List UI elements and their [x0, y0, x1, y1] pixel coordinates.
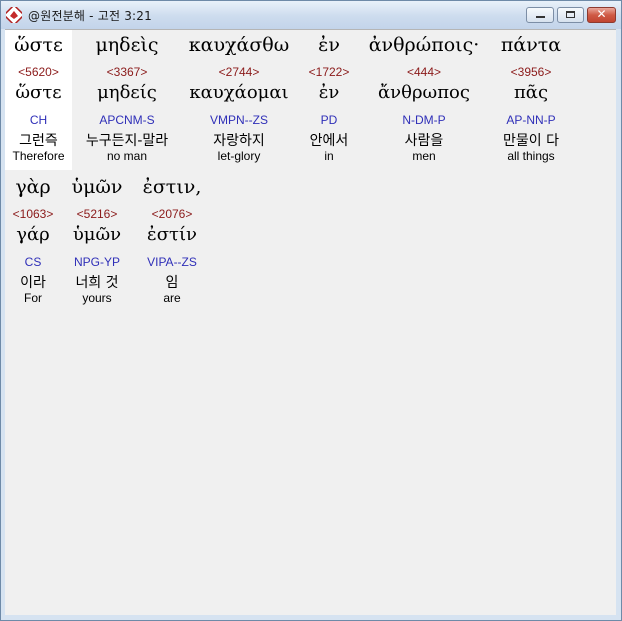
strong-number: <3956>	[510, 65, 552, 79]
greek-word: πάντα	[500, 34, 562, 56]
parsing-code: AP-NN-P	[506, 113, 556, 127]
strong-number: <5620>	[18, 65, 59, 79]
strong-number: <444>	[406, 65, 442, 79]
interlinear-panel[interactable]: ὥστε <5620> ὥστε CH 그런즉 Therefore μηδεὶς…	[5, 29, 616, 615]
english-gloss: Therefore	[12, 149, 65, 163]
greek-word: μηδεὶς	[95, 34, 159, 56]
korean-gloss: 자랑하지	[213, 133, 265, 149]
lemma: πᾶς	[513, 82, 549, 103]
maximize-button[interactable]	[557, 7, 584, 23]
english-gloss: let-glory	[217, 149, 261, 163]
word-block[interactable]: ὥστε <5620> ὥστε CH 그런즉 Therefore	[5, 30, 72, 170]
lemma: ἐν	[318, 82, 340, 103]
korean-gloss: 너희 것	[75, 275, 119, 291]
korean-gloss: 누구든지-말라	[85, 133, 169, 149]
english-gloss: For	[24, 291, 42, 305]
word-block[interactable]: μηδεὶς <3367> μηδείς APCNM-S 누구든지-말라 no …	[77, 30, 177, 170]
parsing-code: APCNM-S	[99, 113, 155, 127]
close-icon: ✕	[596, 7, 607, 21]
english-gloss: no man	[106, 149, 148, 163]
parsing-code: N-DM-P	[402, 113, 446, 127]
app-logo-icon	[6, 7, 22, 23]
strong-number: <2744>	[218, 65, 260, 79]
word-block[interactable]: πάντα <3956> πᾶς AP-NN-P 만물이 다 all thing…	[491, 30, 571, 170]
korean-gloss: 만물이 다	[503, 133, 559, 149]
word-block[interactable]: ἀνθρώποις· <444> ἄνθρωπος N-DM-P 사람을 men	[361, 30, 487, 170]
parsing-code: CH	[29, 113, 48, 127]
korean-gloss: 임	[165, 275, 179, 291]
strong-number: <1722>	[308, 65, 350, 79]
lemma: ἐστίν	[147, 224, 197, 245]
minimize-button[interactable]	[526, 7, 554, 23]
app-window: @원전분해 - 고전 3:21 ✕ ὥστε <5620> ὥστε CH 그런…	[0, 0, 622, 621]
korean-gloss: 안에서	[309, 133, 349, 149]
greek-word: ἐν	[318, 34, 340, 56]
korean-gloss: 이라	[20, 275, 46, 291]
greek-word: γὰρ	[15, 176, 51, 198]
lemma: ὑμῶν	[72, 224, 122, 245]
parsing-code: CS	[24, 255, 42, 269]
word-block[interactable]: γὰρ <1063> γάρ CS 이라 For	[5, 172, 61, 312]
greek-word: ὥστε	[14, 34, 63, 56]
minimize-icon	[536, 16, 545, 18]
korean-gloss: 사람을	[404, 133, 444, 149]
word-block[interactable]: ἐστιν, <2076> ἐστίν VIPA--ZS 임 are	[135, 172, 209, 312]
maximize-icon	[566, 11, 575, 18]
parsing-code: VMPN--ZS	[210, 113, 268, 127]
strong-number: <3367>	[106, 65, 148, 79]
greek-word: ὑμῶν	[71, 176, 123, 198]
lemma: ὥστε	[15, 82, 62, 103]
strong-number: <1063>	[12, 207, 54, 221]
word-block[interactable]: καυχάσθω <2744> καυχάομαι VMPN--ZS 자랑하지 …	[181, 30, 297, 170]
english-gloss: are	[163, 291, 181, 305]
english-gloss: yours	[82, 291, 112, 305]
lemma: μηδείς	[97, 82, 157, 103]
parsing-code: NPG-YP	[73, 255, 120, 269]
greek-word: καυχάσθω	[188, 34, 290, 56]
greek-word: ἐστιν,	[142, 176, 202, 198]
greek-word: ἀνθρώποις·	[368, 34, 480, 56]
english-gloss: men	[412, 149, 436, 163]
close-button[interactable]: ✕	[587, 7, 616, 23]
window-title: @원전분해 - 고전 3:21	[28, 9, 152, 23]
strong-number: <2076>	[151, 207, 193, 221]
parsing-code: VIPA--ZS	[147, 255, 197, 269]
parsing-code: PD	[320, 113, 338, 127]
lemma: γάρ	[16, 224, 50, 245]
english-gloss: all things	[507, 149, 555, 163]
word-block[interactable]: ἐν <1722> ἐν PD 안에서 in	[301, 30, 357, 170]
lemma: ἄνθρωπος	[378, 82, 470, 103]
title-bar[interactable]: @원전분해 - 고전 3:21 ✕	[1, 1, 621, 29]
strong-number: <5216>	[76, 207, 118, 221]
lemma: καυχάομαι	[189, 82, 289, 103]
word-block[interactable]: ὑμῶν <5216> ὑμῶν NPG-YP 너희 것 yours	[64, 172, 130, 312]
english-gloss: in	[324, 149, 334, 163]
korean-gloss: 그런즉	[19, 133, 58, 149]
